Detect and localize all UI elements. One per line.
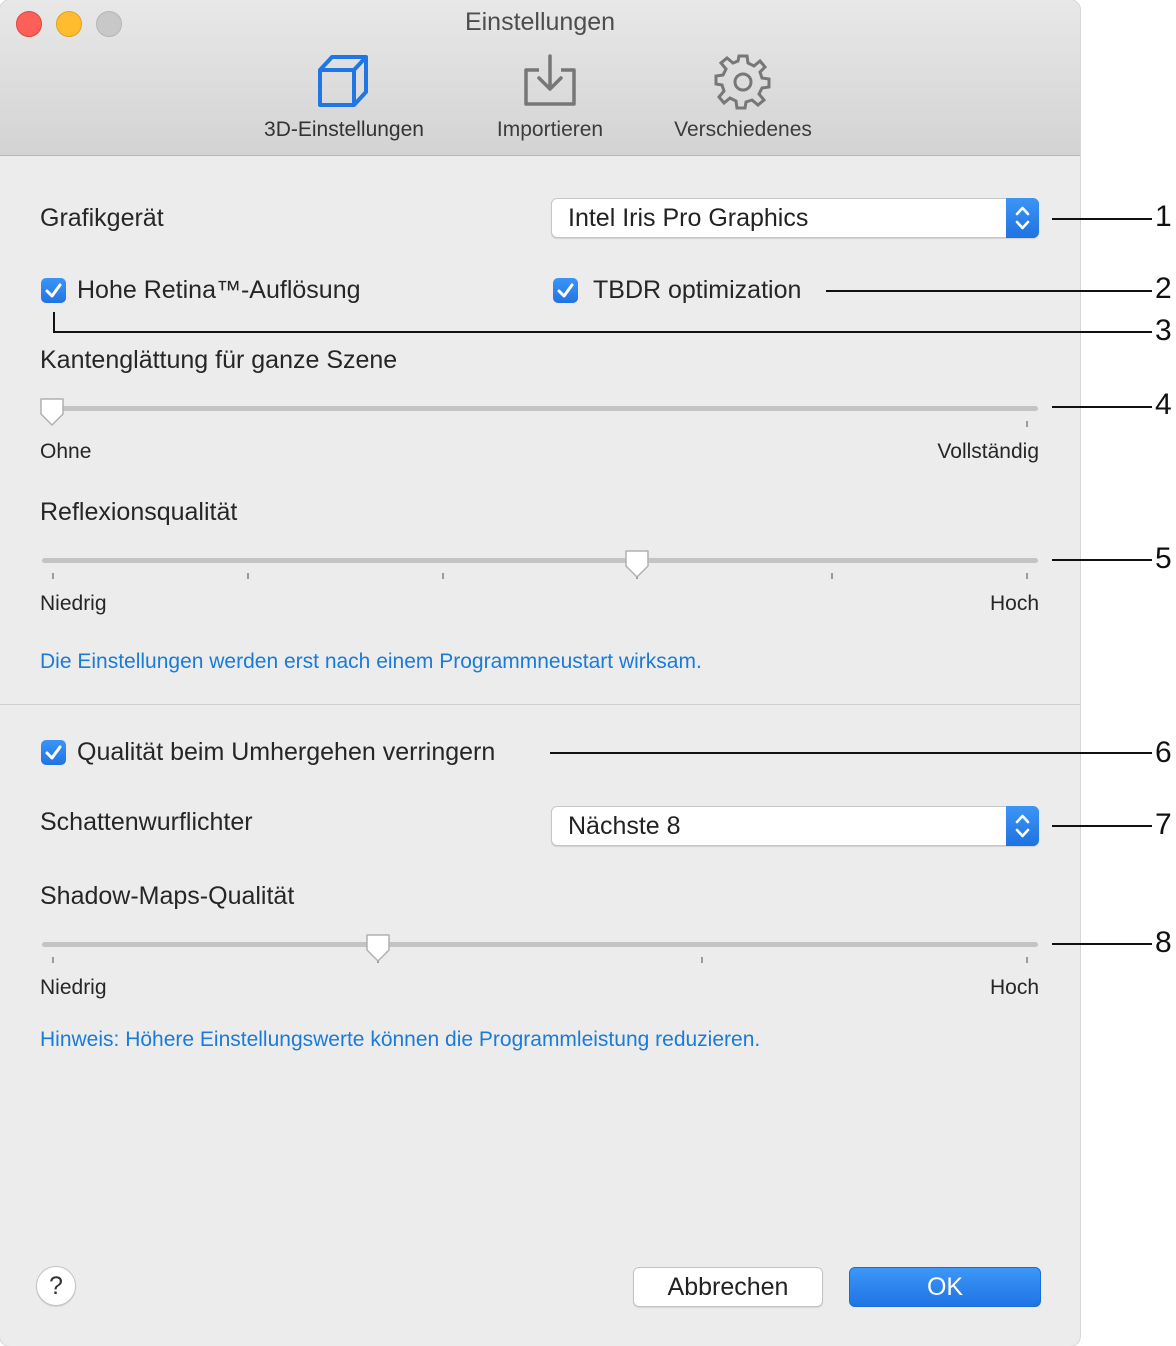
callout-line [53, 312, 55, 333]
antialiasing-slider-track[interactable] [42, 406, 1038, 411]
slider-tick [1026, 421, 1028, 427]
slider-tick [52, 573, 54, 579]
shadow-lights-label: Schattenwurflichter [40, 808, 253, 836]
antialiasing-min-label: Ohne [40, 440, 92, 463]
retina-label: Hohe Retina™-Auflösung [77, 276, 361, 304]
tab-miscellaneous-label: Verschiedenes [674, 118, 812, 141]
antialiasing-label: Kantenglättung für ganze Szene [40, 346, 398, 374]
callout-number: 7 [1155, 808, 1172, 841]
import-tray-icon [524, 54, 576, 106]
performance-note: Hinweis: Höhere Einstellungswerte können… [40, 1028, 761, 1051]
callout-number: 3 [1155, 314, 1172, 347]
reflection-label: Reflexionsqualität [40, 498, 238, 526]
tab-import[interactable]: Importieren [486, 52, 614, 142]
cube-icon [318, 55, 368, 107]
slider-tick [831, 573, 833, 579]
retina-checkbox[interactable] [41, 278, 66, 303]
reduce-quality-checkbox[interactable] [41, 740, 66, 765]
reflection-min-label: Niedrig [40, 592, 107, 615]
callout-number: 6 [1155, 736, 1172, 769]
popup-arrows-icon [1006, 806, 1039, 846]
reflection-slider-track[interactable] [42, 558, 1038, 563]
callout-number: 1 [1155, 200, 1172, 233]
graphics-device-popup[interactable]: Intel Iris Pro Graphics [551, 198, 1039, 238]
callout-line [1052, 218, 1152, 220]
slider-tick [701, 957, 703, 963]
shadow-maps-slider-track[interactable] [42, 942, 1038, 947]
tab-3d-settings-label: 3D-Einstellungen [264, 118, 424, 141]
checkmark-icon [45, 745, 62, 760]
callout-line [1052, 943, 1152, 945]
reflection-slider-knob[interactable] [623, 549, 651, 579]
antialiasing-max-label: Vollständig [937, 440, 1039, 463]
callout-line [826, 290, 1152, 292]
help-button[interactable]: ? [36, 1266, 76, 1306]
callout-line [1052, 559, 1152, 561]
section-divider [0, 704, 1080, 705]
ok-button[interactable]: OK [849, 1267, 1041, 1307]
checkmark-icon [45, 283, 62, 298]
graphics-device-value: Intel Iris Pro Graphics [568, 204, 809, 232]
shadow-maps-slider-knob[interactable] [364, 933, 392, 963]
slider-tick [1026, 573, 1028, 579]
shadow-maps-max-label: Hoch [989, 976, 1039, 999]
reduce-quality-label: Qualität beim Umhergehen verringern [77, 738, 496, 766]
tbdr-label: TBDR optimization [593, 276, 802, 304]
graphics-device-label: Grafikgerät [40, 204, 164, 232]
shadow-maps-label: Shadow-Maps-Qualität [40, 882, 295, 910]
slider-tick [247, 573, 249, 579]
callout-number: 8 [1155, 926, 1172, 959]
antialiasing-slider-knob[interactable] [38, 397, 66, 427]
shadow-lights-popup[interactable]: Nächste 8 [551, 806, 1039, 846]
popup-arrows-icon [1006, 198, 1039, 238]
tab-import-label: Importieren [496, 118, 604, 141]
callout-number: 5 [1155, 542, 1172, 575]
toolbar: Einstellungen 3D-Einstellungen Importier… [0, 0, 1080, 156]
tab-miscellaneous[interactable]: Verschiedenes [664, 52, 822, 142]
slider-tick [1026, 957, 1028, 963]
callout-line [1052, 406, 1152, 408]
slider-tick [442, 573, 444, 579]
window-title: Einstellungen [464, 8, 616, 36]
callout-number: 2 [1155, 272, 1172, 305]
gear-icon [714, 54, 771, 110]
slider-tick [52, 957, 54, 963]
checkmark-icon [557, 283, 574, 298]
tbdr-checkbox[interactable] [553, 278, 578, 303]
preferences-window: Einstellungen 3D-Einstellungen Importier… [0, 0, 1080, 1346]
callout-line [53, 331, 1152, 333]
cancel-button[interactable]: Abbrechen [633, 1267, 823, 1307]
reflection-max-label: Hoch [989, 592, 1039, 615]
shadow-maps-min-label: Niedrig [40, 976, 107, 999]
callout-line [1052, 825, 1152, 827]
callout-line [550, 752, 1152, 754]
tab-3d-settings[interactable]: 3D-Einstellungen [252, 52, 436, 142]
shadow-lights-value: Nächste 8 [568, 812, 681, 840]
restart-note: Die Einstellungen werden erst nach einem… [40, 650, 702, 673]
callout-number: 4 [1155, 388, 1172, 421]
